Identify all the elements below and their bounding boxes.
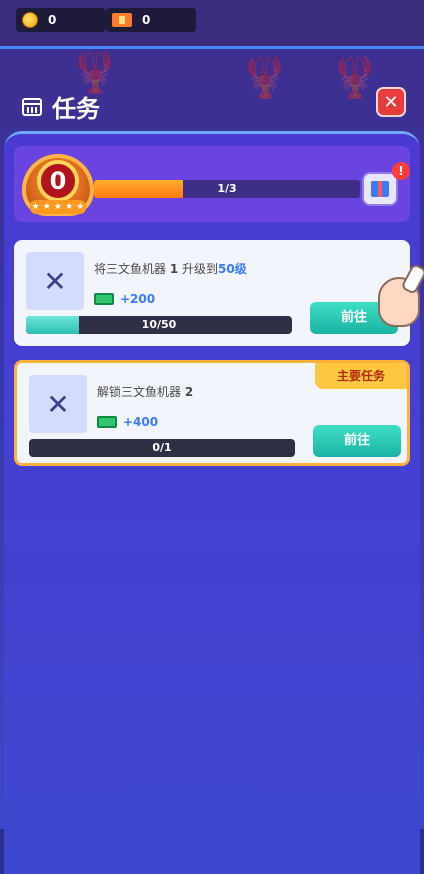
page-title: 任务	[52, 95, 100, 123]
reward: +200	[94, 292, 155, 306]
cash-icon	[97, 416, 117, 428]
main-task-tag: 主要任务	[315, 363, 407, 389]
main-task-card: 主要任务 ✕ 解锁三文鱼机器 2 +400 0/1 前往	[14, 360, 410, 466]
ticket-icon	[112, 13, 132, 27]
close-button[interactable]: ✕	[376, 87, 406, 117]
panel-header: 任务	[22, 89, 100, 124]
star-icon: ★	[42, 202, 51, 212]
coin-counter: 0	[16, 8, 106, 32]
stars-row: ★ ★ ★ ★ ★	[30, 200, 86, 214]
calendar-icon	[22, 97, 42, 116]
pointing-hand-icon	[378, 277, 420, 327]
level-number: 0	[37, 160, 79, 202]
lobster-decor-icon: 🦞	[330, 55, 380, 101]
main-progress-bar: 1/3	[94, 180, 360, 198]
reward-amount: +400	[123, 415, 159, 429]
star-icon: ★	[76, 202, 85, 212]
coin-icon	[22, 12, 38, 28]
cash-icon	[94, 293, 114, 305]
gift-button[interactable]	[362, 172, 398, 206]
star-icon: ★	[31, 202, 40, 212]
reward: +400	[97, 415, 158, 429]
task-progress-bar: 0/1	[29, 439, 295, 457]
task-title: 将三文鱼机器 1 升级到50级	[94, 262, 247, 276]
progress-card: 0 ★ ★ ★ ★ ★ 1/3 !	[14, 146, 410, 222]
main-progress-text: 1/3	[217, 182, 237, 195]
wrench-icon: ✕	[26, 252, 84, 310]
close-icon: ✕	[383, 91, 399, 113]
task-title: 解锁三文鱼机器 2	[97, 385, 194, 399]
gift-alert-badge: !	[392, 162, 410, 180]
level-badge: 0 ★ ★ ★ ★ ★	[22, 154, 94, 216]
reward-amount: +200	[120, 292, 156, 306]
top-bar: 0 0	[0, 0, 424, 49]
task-progress-text: 10/50	[141, 318, 177, 331]
coin-count: 0	[48, 13, 57, 27]
ticket-count: 0	[142, 13, 151, 27]
go-button[interactable]: 前往	[313, 425, 401, 457]
ticket-counter: 0	[106, 8, 196, 32]
gift-icon	[371, 181, 389, 197]
task-progress-bar: 10/50	[26, 316, 292, 334]
wrench-icon: ✕	[29, 375, 87, 433]
task-progress-text: 0/1	[152, 441, 172, 454]
star-icon: ★	[65, 202, 74, 212]
task-container: 0 ★ ★ ★ ★ ★ 1/3 ! ✕ 将三文鱼机器 1 升级到50级 +200…	[4, 131, 420, 874]
task-panel: 🦞 🦞 🦞 任务 ✕ 0 ★ ★ ★ ★ ★ 1/3 ! ✕ 将三文鱼机器 1 …	[0, 49, 424, 874]
lobster-decor-icon: 🦞	[240, 55, 290, 101]
star-icon: ★	[53, 202, 62, 212]
task-card: ✕ 将三文鱼机器 1 升级到50级 +200 10/50 前往	[14, 240, 410, 346]
